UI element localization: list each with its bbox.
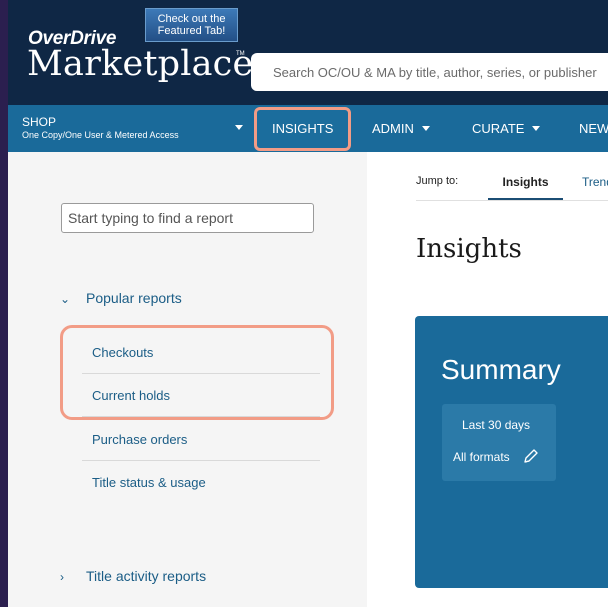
nav-new[interactable]: NEW [579, 121, 608, 136]
report-link-purchase-orders[interactable]: Purchase orders [82, 418, 320, 461]
summary-card: Summary Last 30 days All formats [415, 316, 608, 588]
page-title: Insights [416, 234, 522, 264]
trademark-mark: TM [236, 51, 245, 57]
shop-sublabel: One Copy/One User & Metered Access [22, 130, 179, 140]
chevron-down-icon [421, 126, 430, 131]
reports-highlight-box [60, 325, 334, 420]
report-search-input[interactable] [61, 203, 314, 233]
main-nav: SHOP One Copy/One User & Metered Access … [8, 105, 608, 152]
summary-title: Summary [441, 354, 561, 385]
popular-reports-label: Popular reports [86, 290, 182, 306]
report-sidebar: ⌄Popular reports Checkouts Current holds… [8, 152, 367, 607]
shop-label: SHOP [22, 115, 57, 129]
title-activity-reports-label: Title activity reports [86, 568, 207, 584]
nav-admin[interactable]: ADMIN [372, 121, 430, 136]
header: Check out the Featured Tab! OverDrive Ma… [8, 0, 608, 105]
chevron-down-icon [532, 126, 541, 131]
chevron-down-icon: ⌄ [60, 292, 71, 306]
nav-new-label: NEW [579, 121, 608, 136]
nav-curate-label: CURATE [472, 121, 525, 136]
nav-admin-label: ADMIN [372, 121, 414, 136]
pencil-icon[interactable] [522, 447, 540, 468]
chevron-right-icon: › [60, 570, 64, 584]
filter-range-label: Last 30 days [462, 418, 531, 432]
title-search-input[interactable] [251, 53, 608, 91]
filter-formats-label: All formats [453, 450, 510, 464]
report-link-title-status-usage[interactable]: Title status & usage [82, 461, 320, 504]
jump-tab-insights[interactable]: Insights [488, 168, 563, 200]
featured-tab-promo[interactable]: Check out the Featured Tab! [145, 8, 238, 42]
jump-tab-trends[interactable]: Trends [582, 168, 608, 196]
popular-reports-toggle[interactable]: ⌄ Popular reports [60, 290, 182, 306]
shop-menu[interactable]: SHOP One Copy/One User & Metered Access [22, 115, 179, 140]
nav-insights-label: INSIGHTS [272, 121, 334, 136]
nav-curate[interactable]: CURATE [472, 121, 541, 136]
shop-caret-icon[interactable] [235, 125, 243, 130]
jump-divider [416, 200, 608, 201]
marketplace-logo[interactable]: Marketplace [27, 44, 253, 84]
summary-filter-button[interactable]: Last 30 days All formats [442, 404, 556, 481]
app-frame: Check out the Featured Tab! OverDrive Ma… [8, 0, 608, 607]
nav-insights[interactable]: INSIGHTS [272, 121, 333, 136]
jump-to-label: Jump to: [416, 175, 459, 187]
title-activity-reports-toggle[interactable]: › Title activity reports [60, 568, 206, 584]
